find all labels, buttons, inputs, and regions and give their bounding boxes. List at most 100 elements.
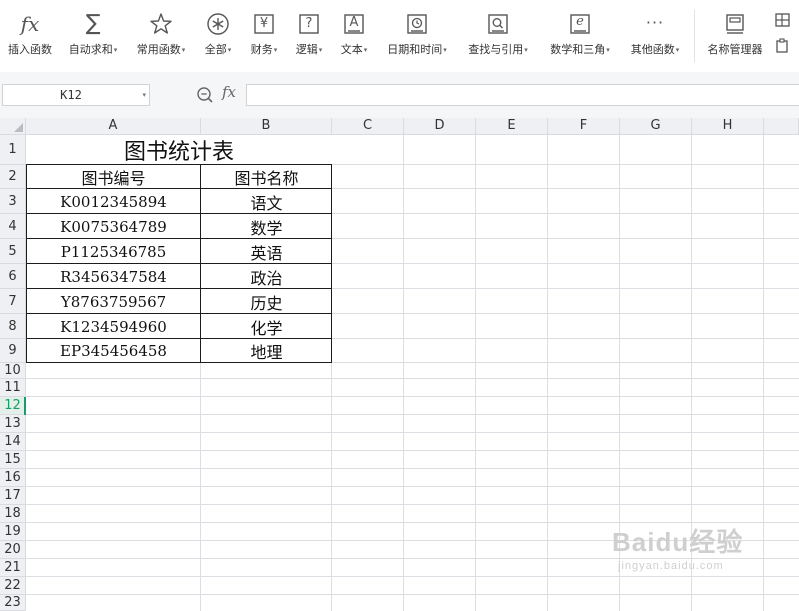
chevron-down-icon: ▾ [273,46,278,54]
row-header-7[interactable]: 7 [0,289,26,314]
math-icon: e [568,12,592,36]
autosum-label: 自动求和 [68,43,113,56]
more-functions-label: 其他函数 [630,43,675,56]
date-time-button[interactable]: 日期和时间▾ [380,8,454,60]
row-header-21[interactable]: 21 [0,559,26,577]
more-functions-button[interactable]: ··· 其他函数▾ [623,8,687,60]
text-functions-button[interactable]: A 文本▾ [334,8,374,60]
yen-icon: ¥ [252,12,276,36]
paste-name-icon[interactable] [774,12,792,28]
column-header-filler [764,118,799,135]
table-border-horizontal [26,188,332,189]
column-header-h[interactable]: H [692,118,764,135]
column-header-a[interactable]: A [26,118,201,135]
common-functions-label: 常用函数 [136,43,181,56]
gridline-horizontal [26,486,799,487]
row-header-11[interactable]: 11 [0,379,26,397]
book-name-cell[interactable]: 政治 [201,264,332,289]
column-header-d[interactable]: D [404,118,476,135]
formula-ribbon: fx 插入函数 ∑ 自动求和▾ 常用函数▾ 全部▾ ¥ 财务▾ ? 逻辑▾ A … [0,0,799,72]
logical-button[interactable]: ? 逻辑▾ [289,8,329,60]
book-code-cell[interactable]: Y8763759567 [26,289,201,314]
date-time-label: 日期和时间 [387,43,443,56]
column-header-f[interactable]: F [548,118,620,135]
all-functions-button[interactable]: 全部▾ [198,8,238,60]
logical-label: 逻辑 [295,43,318,56]
fx-icon[interactable]: fx [222,83,236,101]
table-border-vertical [200,164,201,363]
row-header-13[interactable]: 13 [0,415,26,433]
name-manager-label: 名称管理器 [707,43,763,56]
column-header-b[interactable]: B [201,118,332,135]
row-header-14[interactable]: 14 [0,433,26,451]
book-name-cell[interactable]: 地理 [201,339,332,363]
row-header-12[interactable]: 12 [0,397,26,415]
insert-function-label: 插入函数 [8,43,52,56]
question-icon: ? [297,12,321,36]
row-header-23[interactable]: 23 [0,595,26,611]
table-border-horizontal [26,313,332,314]
math-trig-button[interactable]: e 数学和三角▾ [542,8,618,60]
gridline-horizontal [26,504,799,505]
book-code-cell[interactable]: EP345456458 [26,339,201,363]
text-functions-label: 文本 [340,43,363,56]
gridline-horizontal [26,450,799,451]
clock-icon [405,12,429,36]
book-name-cell[interactable]: 英语 [201,239,332,264]
row-header-1[interactable]: 1 [0,135,26,165]
header-cell-book-name[interactable]: 图书名称 [201,165,332,189]
zoom-icon[interactable] [196,86,214,104]
financial-button[interactable]: ¥ 财务▾ [244,8,284,60]
row-header-5[interactable]: 5 [0,239,26,264]
sigma-icon: ∑ [85,11,101,36]
name-manager-button[interactable]: 名称管理器 [702,8,768,60]
row-header-17[interactable]: 17 [0,487,26,505]
name-manager-icon [723,12,747,36]
book-name-cell[interactable]: 化学 [201,314,332,339]
row-header-6[interactable]: 6 [0,264,26,289]
all-functions-label: 全部 [204,43,227,56]
autosum-button[interactable]: ∑ 自动求和▾ [62,8,124,60]
row-header-16[interactable]: 16 [0,469,26,487]
table-border-horizontal [26,362,332,363]
insert-function-button[interactable]: fx 插入函数 [2,8,58,60]
chevron-down-icon: ▾ [675,46,680,54]
book-code-cell[interactable]: K0075364789 [26,214,201,239]
lookup-reference-button[interactable]: 查找与引用▾ [460,8,536,60]
row-header-15[interactable]: 15 [0,451,26,469]
row-header-19[interactable]: 19 [0,523,26,541]
book-code-cell[interactable]: P1125346785 [26,239,201,264]
row-header-10[interactable]: 10 [0,363,26,379]
table-border-horizontal [26,263,332,264]
column-header-c[interactable]: C [332,118,404,135]
column-header-g[interactable]: G [620,118,692,135]
row-header-4[interactable]: 4 [0,214,26,239]
book-code-cell[interactable]: K0012345894 [26,189,201,214]
row-header-18[interactable]: 18 [0,505,26,523]
row-header-20[interactable]: 20 [0,541,26,559]
row-header-8[interactable]: 8 [0,314,26,339]
lookup-reference-label: 查找与引用 [468,43,524,56]
specify-name-icon[interactable] [774,38,792,54]
sheet-title-cell[interactable]: 图书统计表 [26,135,332,165]
header-cell-book-code[interactable]: 图书编号 [26,165,201,189]
watermark-brand: Baidu经验 [612,527,744,557]
common-functions-button[interactable]: 常用函数▾ [130,8,192,60]
book-name-cell[interactable]: 历史 [201,289,332,314]
book-code-cell[interactable]: K1234594960 [26,314,201,339]
name-box[interactable]: K12 ▾ [2,84,150,106]
row-header-22[interactable]: 22 [0,577,26,595]
chevron-down-icon: ▾ [113,46,118,54]
row-header-3[interactable]: 3 [0,189,26,214]
gridline-horizontal [26,414,799,415]
book-name-cell[interactable]: 数学 [201,214,332,239]
row-header-9[interactable]: 9 [0,339,26,363]
formula-input[interactable] [246,84,799,106]
row-header-2[interactable]: 2 [0,165,26,189]
column-header-e[interactable]: E [476,118,548,135]
select-all-corner[interactable] [0,118,26,135]
book-code-cell[interactable]: R3456347584 [26,264,201,289]
chevron-down-icon[interactable]: ▾ [142,91,146,99]
table-border-horizontal [26,288,332,289]
book-name-cell[interactable]: 语文 [201,189,332,214]
